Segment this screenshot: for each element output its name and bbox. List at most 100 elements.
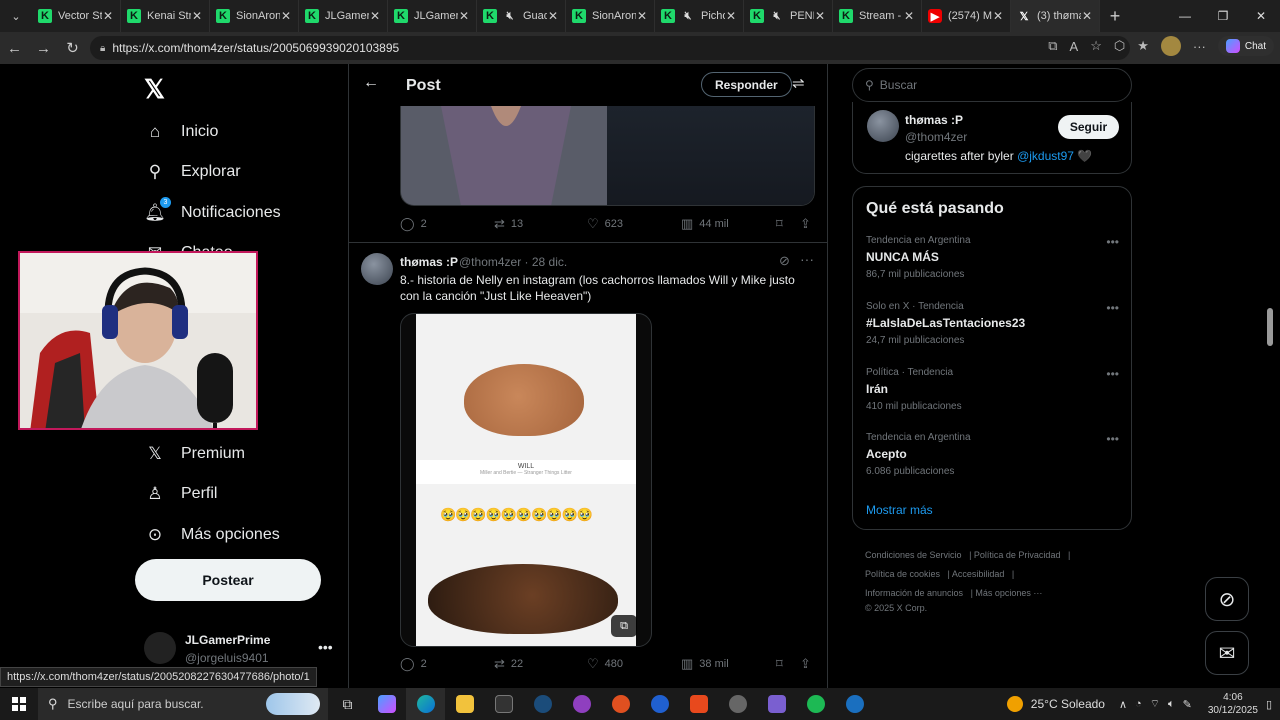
tab-actions-icon[interactable]: ⌄ [0,0,32,32]
messages-button[interactable]: ✉ [1205,631,1249,675]
back-button[interactable]: ← [0,32,29,64]
restore-button[interactable]: ❐ [1204,0,1242,32]
browser-tab[interactable]: K SionAron ✕ [210,0,299,32]
footer-link[interactable]: Política de cookies [865,569,940,579]
notification-icon[interactable]: ▯ [1266,698,1272,711]
read-aloud-icon[interactable]: A [1070,39,1079,54]
close-window-button[interactable]: ✕ [1242,0,1280,32]
copilot-app-icon[interactable] [367,688,406,720]
muted-speaker-icon[interactable]: 🔇︎ [681,9,695,23]
more-icon[interactable]: ••• [1106,235,1119,249]
extensions-icon[interactable]: ⬡ [1114,38,1125,54]
close-tab-icon[interactable]: ✕ [369,9,381,23]
weather-text[interactable]: 25°C Soleado [1031,697,1105,711]
browser-tab[interactable]: K 🔇︎ PENM✕ [744,0,833,32]
minimize-button[interactable]: — [1166,0,1204,32]
profile-name[interactable]: thømas :P [905,113,963,127]
close-tab-icon[interactable]: ✕ [903,9,915,23]
tweet-image-previous[interactable] [400,106,815,206]
alt-media-icon[interactable]: ⧉ [611,615,637,637]
network-icon[interactable]: ◔ [1135,698,1142,710]
wifi-icon[interactable]: ⌔ [1150,697,1160,711]
steam-icon[interactable] [523,688,562,720]
brave-icon[interactable] [679,688,718,720]
pen-icon[interactable]: ✎ [1183,698,1192,711]
close-tab-icon[interactable]: ✕ [458,9,470,23]
settings-sliders-icon[interactable]: ⇌ [792,74,805,92]
more-icon[interactable]: ··· [800,251,814,267]
trend-item[interactable]: Política · Tendencia Irán 410 mil publicac… [866,367,1124,412]
spotify-icon[interactable] [796,688,835,720]
search-input[interactable]: ⚲ Buscar [852,68,1132,102]
forward-button[interactable]: → [29,32,58,64]
file-explorer-icon[interactable] [445,688,484,720]
app-icon[interactable] [601,688,640,720]
close-tab-icon[interactable]: ✕ [280,9,292,23]
browser-tab[interactable]: 𝕏 (3) thøma ✕ [1011,0,1100,32]
avatar[interactable] [867,110,899,142]
nav-item-search[interactable]: ⚲ Explorar [145,162,241,182]
browser-tab[interactable]: K Stream - K✕ [833,0,922,32]
browser-tab[interactable]: K SionAron ✕ [566,0,655,32]
start-button[interactable] [0,688,38,720]
like-action[interactable]: ♡ 480 [587,656,623,672]
avatar[interactable] [361,253,393,285]
refresh-button[interactable]: ↻ [58,32,87,64]
steam-client-icon[interactable] [835,688,874,720]
url-field[interactable]: 🔒︎ https://x.com/thom4zer/status/2005069… [90,36,1130,60]
close-tab-icon[interactable]: ✕ [102,9,114,23]
browser-tab[interactable]: K 🔇︎ Picho✕ [655,0,744,32]
browser-tab[interactable]: K 🔇︎ Guad✕ [477,0,566,32]
split-screen-icon[interactable]: ⧉ [1048,38,1057,54]
footer-link[interactable]: Accesibilidad [952,569,1005,579]
trend-item[interactable]: Tendencia en Argentina NUNCA MÁS 86,7 mil … [866,235,1124,280]
browser-tab[interactable]: K Kenai Stre✕ [121,0,210,32]
muted-speaker-icon[interactable]: 🔇︎ [770,9,784,23]
bookmark-action[interactable]: ⌑ [776,216,783,232]
more-icon[interactable]: ••• [1106,432,1119,446]
footer-link[interactable]: Condiciones de Servicio [865,550,962,560]
bookmark-action[interactable]: ⌑ [776,656,783,672]
like-action[interactable]: ♡ 623 [587,216,623,232]
back-arrow-icon[interactable]: ← [363,74,379,92]
retweet-action[interactable]: ⇄ 22 [494,656,523,672]
volume-icon[interactable]: 🔈︎ [1168,698,1175,711]
footer-link[interactable]: Información de anuncios [865,588,963,598]
app-icon[interactable] [718,688,757,720]
page-scrollbar[interactable] [1266,64,1274,688]
show-more-link[interactable]: Mostrar más [866,503,933,517]
footer-link[interactable]: Más opciones ··· [975,588,1042,598]
mention-link[interactable]: @jkdust97 [1017,149,1074,163]
tweet-media[interactable]: WILL Miller and Bertie — Stranger Things … [400,313,652,647]
nav-item-x[interactable]: 𝕏 Premium [145,444,245,464]
reply-button[interactable]: Responder [701,72,792,97]
footer-link[interactable]: Política de Privacidad [974,550,1061,560]
favorite-star-icon[interactable]: ☆ [1090,38,1102,54]
views-action[interactable]: ▥ 44 mil [681,216,729,232]
discord-icon[interactable] [562,688,601,720]
x-logo-icon[interactable]: 𝕏 [144,74,165,105]
browser-tab[interactable]: K JLGamerP✕ [299,0,388,32]
trend-item[interactable]: Tendencia en Argentina Acepto 6.086 public… [866,432,1124,477]
trend-item[interactable]: Solo en X · Tendencia #LaIslaDeLasTentaci… [866,301,1124,346]
favorites-icon[interactable]: ★ [1137,38,1149,54]
retweet-action[interactable]: ⇄ 13 [494,216,523,232]
grok-button[interactable]: ⊘ [1205,577,1249,621]
post-button[interactable]: Postear [135,559,321,601]
share-action[interactable]: ⇪ [800,216,811,232]
new-tab-button[interactable]: + [1100,6,1130,27]
more-icon[interactable]: ••• [1106,367,1119,381]
scrollbar-thumb[interactable] [1267,308,1273,346]
reply-action[interactable]: ◯ 2 [400,216,427,232]
edge-icon[interactable] [406,688,445,720]
muted-speaker-icon[interactable]: 🔇︎ [503,9,517,23]
share-action[interactable]: ⇪ [800,656,811,672]
close-tab-icon[interactable]: ✕ [992,9,1004,23]
browser-tab[interactable]: K Vector Stre✕ [32,0,121,32]
profile-avatar[interactable] [1160,36,1181,56]
close-tab-icon[interactable]: ✕ [547,9,559,23]
tweet-author-name[interactable]: thømas :P [400,255,458,269]
close-tab-icon[interactable]: ✕ [725,9,737,23]
account-switcher[interactable]: JLGamerPrime @jorgeluis9401 ••• [144,629,344,669]
nav-item-bell[interactable]: 🔔︎ 3 Notificaciones [144,197,281,223]
